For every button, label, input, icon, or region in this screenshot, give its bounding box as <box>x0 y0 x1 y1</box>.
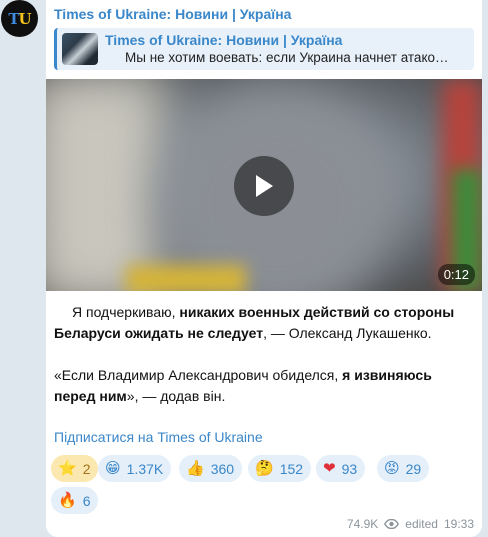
message-bubble: Times of Ukraine: Новини | Україна Times… <box>46 0 482 537</box>
edited-label: edited <box>405 517 438 531</box>
reaction-count: 93 <box>341 460 358 477</box>
reply-text: Мы не хотим воевать: если Украина начнет… <box>125 50 449 65</box>
reaction-fire[interactable]: 🔥 6 <box>51 487 99 514</box>
reaction-thinking[interactable]: 🤔 152 <box>248 455 312 482</box>
eye-icon <box>384 519 400 529</box>
star-icon: ⭐ <box>58 460 77 477</box>
play-button[interactable] <box>234 156 294 216</box>
grin-icon: 😁 <box>105 460 121 477</box>
reaction-heart[interactable]: ❤ 93 <box>316 455 366 482</box>
reaction-count: 152 <box>279 460 304 477</box>
reaction-thumbs-up[interactable]: 👍 360 <box>179 455 243 482</box>
message-paragraph-2: «Если Владимир Александрович обиделся, я… <box>54 365 474 407</box>
view-count: 74.9K <box>346 517 379 531</box>
message-paragraph-1: Я подчеркиваю, никаких военных действий … <box>54 302 474 344</box>
message-text: Я подчеркиваю, никаких военных действий … <box>54 302 474 407</box>
reply-thumbnail <box>62 33 98 65</box>
video-flag-yellow <box>126 265 246 291</box>
p2-prefix: «Если Владимир Александрович обиделся, <box>54 367 343 383</box>
heart-icon: ❤ <box>323 460 336 477</box>
message-time: 19:33 <box>443 517 474 531</box>
reaction-count: 29 <box>405 460 422 477</box>
avatar-letter-t: T <box>8 9 19 28</box>
reaction-count: 360 <box>210 460 235 477</box>
reaction-count: 2 <box>82 460 91 477</box>
reply-preview[interactable]: Times of Ukraine: Новини | Україна Мы не… <box>54 28 474 70</box>
play-icon <box>256 175 273 197</box>
reaction-count: 1.37K <box>126 460 164 477</box>
reply-title: Times of Ukraine: Новини | Україна <box>105 32 343 48</box>
fire-icon: 🔥 <box>58 492 77 509</box>
reaction-grin[interactable]: 😁 1.37K <box>98 455 172 482</box>
video-duration: 0:12 <box>437 264 475 285</box>
thinking-icon: 🤔 <box>255 460 274 477</box>
reaction-count: 6 <box>82 492 91 509</box>
angry-icon: 😡 <box>384 460 400 477</box>
p1-prefix: Я подчеркиваю, <box>72 304 180 320</box>
subscribe-link[interactable]: Підписатися на Times of Ukraine <box>54 429 263 445</box>
channel-avatar[interactable]: TU <box>1 0 38 37</box>
reaction-star[interactable]: ⭐ 2 <box>51 455 99 482</box>
channel-name[interactable]: Times of Ukraine: Новини | Україна <box>54 6 291 22</box>
p1-suffix: , — Олександ Лукашенко. <box>263 325 432 341</box>
message-footer: 74.9K edited 19:33 <box>347 517 474 531</box>
video-frame-blur <box>46 79 166 291</box>
reaction-angry[interactable]: 😡 29 <box>377 455 430 482</box>
thumbs-up-icon: 👍 <box>186 460 205 477</box>
video-player[interactable]: 0:12 <box>46 79 482 291</box>
avatar-letter-u: U <box>18 9 32 28</box>
p2-suffix: », — додав він. <box>126 388 226 404</box>
